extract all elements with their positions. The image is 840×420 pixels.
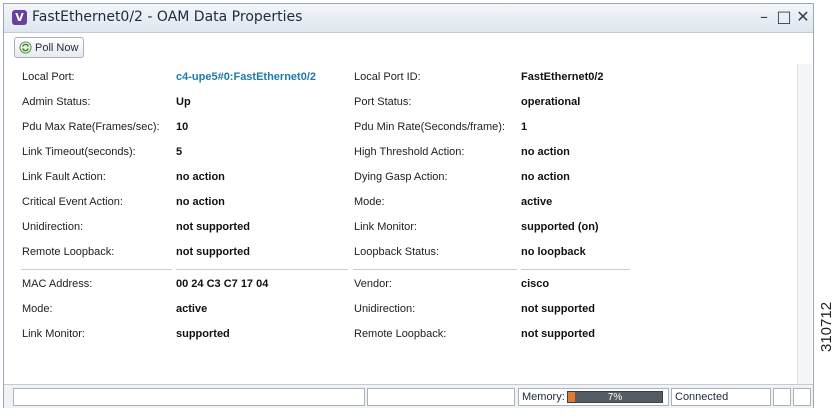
remote-remote-loopback-value: not supported — [521, 328, 595, 340]
connection-status: Connected — [671, 388, 771, 406]
port-status-label: Port Status: — [354, 96, 412, 108]
section-divider — [521, 269, 630, 270]
link-fault-action-label: Link Fault Action: — [22, 171, 106, 183]
figure-id: 310712 — [818, 301, 835, 352]
mode-value: active — [521, 196, 553, 208]
poll-now-button[interactable]: Poll Now — [14, 37, 85, 58]
link-monitor-label: Link Monitor: — [354, 221, 417, 233]
mac-address-value: 00 24 C3 C7 17 04 — [176, 278, 269, 290]
property-row: Link Fault Action: no action Dying Gasp … — [4, 171, 784, 191]
unidirection-label: Unidirection: — [22, 221, 84, 233]
mode-label: Mode: — [354, 196, 385, 208]
critical-event-action-label: Critical Event Action: — [22, 196, 123, 208]
loopback-status-value: no loopback — [521, 246, 586, 258]
refresh-icon — [19, 41, 32, 54]
pdu-min-rate-label: Pdu Min Rate(Seconds/frame): — [354, 121, 506, 133]
remote-remote-loopback-label: Remote Loopback: — [354, 328, 447, 340]
pdu-min-rate-value: 1 — [521, 121, 528, 133]
window-title: FastEthernet0/2 - OAM Data Properties — [32, 9, 303, 25]
mac-address-label: MAC Address: — [22, 278, 93, 290]
minimize-icon[interactable]: – — [755, 8, 773, 26]
remote-link-monitor-label: Link Monitor: — [22, 328, 85, 340]
property-row: Pdu Max Rate(Frames/sec): 10 Pdu Min Rat… — [4, 121, 784, 141]
section-divider — [353, 269, 517, 270]
maximize-icon[interactable]: □ — [775, 8, 793, 26]
link-fault-action-value: no action — [176, 171, 225, 183]
link-timeout-label: Link Timeout(seconds): — [22, 146, 136, 158]
remote-link-monitor-value: supported — [176, 328, 230, 340]
vendor-value: cisco — [521, 278, 550, 290]
status-field-extra-2 — [793, 388, 811, 406]
poll-now-label: Poll Now — [35, 41, 79, 54]
local-port-label: Local Port: — [22, 71, 75, 83]
admin-status-value: Up — [176, 96, 191, 108]
app-icon: V — [12, 10, 27, 25]
property-row: Local Port: c4-upe5#0:FastEthernet0/2 Lo… — [4, 71, 784, 91]
section-divider — [176, 269, 348, 270]
remote-unidirection-value: not supported — [521, 303, 595, 315]
property-row: Critical Event Action: no action Mode: a… — [4, 196, 784, 216]
vertical-scrollbar[interactable] — [797, 64, 812, 384]
unidirection-value: not supported — [176, 221, 250, 233]
remote-loopback-label: Remote Loopback: — [22, 246, 115, 258]
link-monitor-value: supported (on) — [521, 221, 599, 233]
memory-percent: 7% — [607, 392, 623, 403]
section-divider — [21, 269, 172, 270]
property-row: Mode: active Unidirection: not supported — [4, 303, 784, 323]
admin-status-label: Admin Status: — [22, 96, 91, 108]
status-field-extra-1 — [773, 388, 791, 406]
pdu-max-rate-value: 10 — [176, 121, 189, 133]
vendor-label: Vendor: — [354, 278, 392, 290]
toolbar: Poll Now — [4, 33, 813, 63]
pdu-max-rate-label: Pdu Max Rate(Frames/sec): — [22, 121, 160, 133]
property-row: Admin Status: Up Port Status: operationa… — [4, 96, 784, 116]
high-threshold-action-label: High Threshold Action: — [354, 146, 465, 158]
property-row: Link Timeout(seconds): 5 High Threshold … — [4, 146, 784, 166]
remote-mode-value: active — [176, 303, 208, 315]
title-bar[interactable]: V FastEthernet0/2 - OAM Data Properties … — [4, 4, 813, 33]
memory-progress-bar: 7% — [567, 391, 663, 403]
remote-unidirection-label: Unidirection: — [354, 303, 416, 315]
local-port-id-value: FastEthernet0/2 — [521, 71, 604, 83]
memory-indicator: Memory: 7% — [518, 388, 669, 406]
local-port-link[interactable]: c4-upe5#0:FastEthernet0/2 — [176, 71, 316, 83]
property-row: Remote Loopback: not supported Loopback … — [4, 246, 784, 266]
port-status-value: operational — [521, 96, 581, 108]
local-port-id-label: Local Port ID: — [354, 71, 421, 83]
status-message-field — [13, 388, 365, 406]
critical-event-action-value: no action — [176, 196, 225, 208]
oam-properties-window: V FastEthernet0/2 - OAM Data Properties … — [3, 3, 814, 408]
dying-gasp-action-value: no action — [521, 171, 570, 183]
property-row: Link Monitor: supported Remote Loopback:… — [4, 328, 784, 348]
status-field-2 — [367, 388, 515, 406]
status-bar: Memory: 7% Connected — [4, 384, 813, 408]
property-row: MAC Address: 00 24 C3 C7 17 04 Vendor: c… — [4, 278, 784, 298]
remote-loopback-value: not supported — [176, 246, 250, 258]
property-row: Unidirection: not supported Link Monitor… — [4, 221, 784, 241]
high-threshold-action-value: no action — [521, 146, 570, 158]
link-timeout-value: 5 — [176, 146, 183, 158]
loopback-status-label: Loopback Status: — [354, 246, 440, 258]
dying-gasp-action-label: Dying Gasp Action: — [354, 171, 448, 183]
remote-mode-label: Mode: — [22, 303, 53, 315]
memory-label: Memory: — [522, 391, 565, 403]
close-icon[interactable]: ✕ — [794, 8, 812, 26]
